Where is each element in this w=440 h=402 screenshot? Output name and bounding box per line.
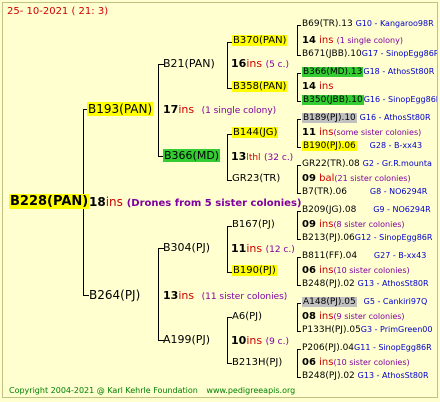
gen4-node[interactable]: P133H(PJ).05G3 - PrimGreen00 (302, 326, 432, 335)
gen4-node[interactable]: GR22(TR).08 G2 - Gr.R.mounta (302, 160, 432, 169)
gen3-info: 06 ins(10 sister colonies) (302, 357, 410, 368)
connector (297, 165, 301, 166)
gen4-node[interactable]: B248(PJ).02 G13 - AthosSt80R (302, 280, 429, 289)
connector (297, 147, 301, 148)
gen3-bracket (297, 119, 298, 147)
gen2-node[interactable]: B304(PJ) (163, 242, 210, 253)
gen4-node[interactable]: B350(JBB).10G16 - SinopEgg86R (302, 95, 437, 105)
gen4-node[interactable]: B190(PJ).06 G28 - B-xx43 (302, 141, 422, 151)
gen3-info: 06 ins(10 sister colonies) (302, 265, 410, 276)
gen3-node[interactable]: B213H(PJ) (232, 358, 282, 368)
gen2-bracket (227, 226, 228, 272)
gen1-info: 17ins (1 single colony) (163, 103, 277, 116)
gen4-node[interactable]: B671(JBB).10G17 - SinopEgg86R (302, 50, 437, 59)
gen3-bracket (297, 25, 298, 55)
connector (297, 303, 301, 304)
gen3-node[interactable]: B358(PAN) (232, 81, 288, 92)
gen4-node[interactable]: B7(TR).06 G8 - NO6294R (302, 188, 427, 197)
gen4-node[interactable]: B213(PJ).06G12 - SinopEgg86R (302, 234, 432, 243)
gen1-node[interactable]: B193(PAN) (87, 102, 154, 116)
gen3-info: 08 ins(9 sister colonies) (302, 311, 405, 322)
date-stamp: 25- 10-2021 ( 21: 3) (7, 6, 109, 17)
connector (297, 377, 301, 378)
connector (297, 119, 301, 120)
gen4-node[interactable]: B366(MD).13G18 - AthosSt80R (302, 67, 434, 77)
connector (297, 349, 301, 350)
gen1-bracket-bottom (158, 248, 159, 340)
gen4-node[interactable]: B248(PJ).02 G13 - AthosSt80R (302, 372, 429, 381)
connector (297, 257, 301, 258)
gen3-node[interactable]: B144(JG) (232, 127, 279, 138)
gen2-info: 11ins (12 c.) (231, 242, 295, 255)
connector (297, 25, 301, 26)
gen2-node[interactable]: B21(PAN) (163, 58, 215, 69)
root-node[interactable]: B228(PAN) (9, 194, 90, 209)
root-info: 18ins (Drones from 5 sister colonies) (89, 195, 302, 209)
connector (297, 239, 301, 240)
connector (297, 285, 301, 286)
gen2-info: 16ins (5 c.) (231, 57, 289, 70)
footer-link[interactable]: www.pedigreeapis.org (206, 386, 295, 395)
gen3-node[interactable]: GR23(TR) (232, 174, 280, 184)
pedigree-chart: 25- 10-2021 ( 21: 3) B228(PAN) 18ins (Dr… (2, 2, 438, 398)
gen3-bracket (297, 211, 298, 239)
gen2-node[interactable]: A199(PJ) (163, 334, 210, 345)
gen3-bracket (297, 257, 298, 285)
root-label: B228(PAN) (9, 194, 90, 209)
gen3-bracket (297, 73, 298, 101)
gen3-bracket (297, 349, 298, 377)
gen4-node[interactable]: A148(PJ).05 G5 - Cankiri97Q (302, 297, 427, 307)
gen1-node[interactable]: B264(PJ) (89, 289, 140, 301)
gen3-node[interactable]: A6(PJ) (232, 312, 262, 322)
gen4-node[interactable]: P206(PJ).04G11 - SinopEgg86R (302, 344, 432, 353)
gen4-node[interactable]: B189(PJ).10 G16 - AthosSt80R (302, 113, 431, 123)
gen3-node[interactable]: B370(PAN) (232, 35, 288, 46)
gen3-node[interactable]: B167(PJ) (232, 220, 275, 230)
connector (297, 211, 301, 212)
gen4-node[interactable]: B69(TR).13 G10 - Kangaroo98R (302, 20, 434, 29)
connector (297, 193, 301, 194)
gen2-bracket (227, 42, 228, 88)
gen4-node[interactable]: B209(JG).08 G9 - NO6294R (302, 206, 431, 215)
gen1-bracket-top (158, 64, 159, 156)
gen2-info: 10ins (9 c.) (231, 334, 289, 347)
gen1-info: 13ins (11 sister colonies) (163, 289, 288, 302)
connector (297, 331, 301, 332)
gen2-bracket (227, 134, 228, 180)
connector (297, 101, 301, 102)
gen3-info: 11 ins(some sister colonies) (302, 127, 422, 138)
gen3-node[interactable]: B190(PJ) (232, 265, 277, 276)
connector (297, 55, 301, 56)
gen3-bracket (297, 165, 298, 193)
gen3-info: 09 ins(8 sister colonies) (302, 219, 405, 230)
gen3-info: 14 ins (302, 81, 334, 92)
gen2-node[interactable]: B366(MD) (163, 149, 221, 162)
gen3-bracket (297, 303, 298, 331)
gen2-bracket (227, 317, 228, 363)
gen4-node[interactable]: B811(FF).04 G27 - B-xx43 (302, 252, 426, 261)
copyright-text: Copyright 2004-2021 @ Karl Kehrle Founda… (9, 386, 198, 395)
connector (297, 73, 301, 74)
footer: Copyright 2004-2021 @ Karl Kehrle Founda… (9, 387, 295, 395)
gen2-info: 13lthl (32 c.) (231, 150, 294, 163)
gen3-info: 14 ins (1 single colony) (302, 35, 403, 46)
gen3-info: 09 bal(21 sister colonies) (302, 173, 411, 184)
